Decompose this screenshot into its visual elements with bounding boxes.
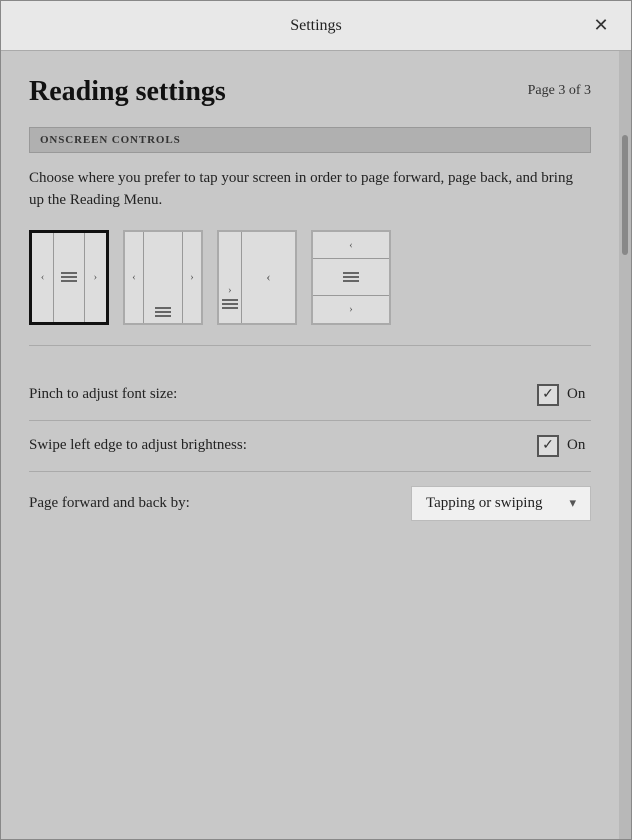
page-header: Reading settings Page 3 of 3 bbox=[29, 75, 591, 109]
content-area: Reading settings Page 3 of 3 ONSCREEN CO… bbox=[1, 51, 631, 839]
menu-lines-4 bbox=[343, 272, 359, 282]
swipe-brightness-label: Swipe left edge to adjust brightness: bbox=[29, 437, 247, 454]
menu-line bbox=[343, 276, 359, 278]
menu-line bbox=[61, 272, 77, 274]
layout4-top-zone: ‹ bbox=[313, 232, 389, 259]
menu-line bbox=[155, 315, 171, 317]
swipe-brightness-row: Swipe left edge to adjust brightness: ✓ … bbox=[29, 421, 591, 472]
checkmark-icon-1: ✓ bbox=[542, 386, 554, 403]
pinch-font-label: Pinch to adjust font size: bbox=[29, 386, 177, 403]
menu-line bbox=[155, 307, 171, 309]
page-forward-value: Tapping or swiping bbox=[426, 495, 542, 512]
layout1-center-zone bbox=[54, 233, 84, 322]
page-title: Reading settings bbox=[29, 75, 226, 109]
scrollbar-thumb[interactable] bbox=[622, 135, 628, 255]
nav-left-icon-3: ‹ bbox=[266, 269, 270, 285]
swipe-brightness-checkbox[interactable]: ✓ bbox=[537, 435, 559, 457]
layout-option-3[interactable]: › ‹ bbox=[217, 230, 297, 325]
page-forward-row: Page forward and back by: Tapping or swi… bbox=[29, 472, 591, 535]
layout2-left-zone: ‹ bbox=[125, 232, 144, 323]
menu-line bbox=[61, 280, 77, 282]
swipe-brightness-status: On bbox=[567, 437, 591, 454]
checkmark-icon-2: ✓ bbox=[542, 437, 554, 454]
nav-left-icon-2: ‹ bbox=[132, 271, 136, 283]
layout4-bottom-zone: › bbox=[313, 295, 389, 322]
layout3-right-zone: ‹ bbox=[242, 232, 295, 323]
layout-option-4[interactable]: ‹ › bbox=[311, 230, 391, 325]
section-header-onscreen-controls: ONSCREEN CONTROLS bbox=[29, 127, 591, 153]
menu-line bbox=[343, 280, 359, 282]
layout-options: ‹ › bbox=[29, 230, 591, 346]
settings-window: Settings ✕ Reading settings Page 3 of 3 … bbox=[0, 0, 632, 840]
layout3-left-zone: › bbox=[219, 232, 242, 323]
chevron-down-icon: ▾ bbox=[569, 495, 576, 511]
window-title: Settings bbox=[290, 17, 342, 35]
page-indicator: Page 3 of 3 bbox=[528, 75, 591, 99]
pinch-font-row: Pinch to adjust font size: ✓ On bbox=[29, 370, 591, 421]
layout-option-1[interactable]: ‹ › bbox=[29, 230, 109, 325]
menu-line bbox=[155, 311, 171, 313]
menu-lines-2 bbox=[155, 307, 171, 317]
pinch-font-status: On bbox=[567, 386, 591, 403]
menu-line bbox=[61, 276, 77, 278]
menu-lines-1 bbox=[61, 272, 77, 282]
onscreen-controls-description: Choose where you prefer to tap your scre… bbox=[29, 167, 591, 212]
layout-option-2[interactable]: ‹ › bbox=[123, 230, 203, 325]
layout4-middle-zone bbox=[313, 259, 389, 295]
pinch-font-checkbox[interactable]: ✓ bbox=[537, 384, 559, 406]
scrollbar[interactable] bbox=[619, 51, 631, 839]
nav-left-icon-4: ‹ bbox=[349, 239, 353, 251]
menu-line bbox=[343, 272, 359, 274]
page-forward-label: Page forward and back by: bbox=[29, 495, 190, 512]
menu-line bbox=[222, 303, 238, 305]
swipe-brightness-control: ✓ On bbox=[537, 435, 591, 457]
close-icon: ✕ bbox=[593, 15, 608, 36]
nav-right-icon-4: › bbox=[349, 303, 353, 315]
nav-right-icon-3: › bbox=[228, 284, 232, 296]
nav-right-icon-2: › bbox=[190, 271, 194, 283]
close-button[interactable]: ✕ bbox=[587, 12, 615, 40]
title-bar: Settings ✕ bbox=[1, 1, 631, 51]
menu-line bbox=[222, 307, 238, 309]
layout1-left-zone: ‹ bbox=[32, 233, 54, 322]
nav-right-icon-1: › bbox=[94, 271, 98, 283]
layout2-right-zone: › bbox=[182, 232, 201, 323]
menu-lines-3 bbox=[222, 299, 238, 309]
layout2-center-zone bbox=[144, 232, 182, 323]
main-content: Reading settings Page 3 of 3 ONSCREEN CO… bbox=[1, 51, 619, 839]
section-header-label: ONSCREEN CONTROLS bbox=[40, 134, 181, 146]
nav-left-icon-1: ‹ bbox=[41, 271, 45, 283]
pinch-font-control: ✓ On bbox=[537, 384, 591, 406]
menu-line bbox=[222, 299, 238, 301]
page-forward-select[interactable]: Tapping or swiping ▾ bbox=[411, 486, 591, 521]
layout1-right-zone: › bbox=[84, 233, 106, 322]
